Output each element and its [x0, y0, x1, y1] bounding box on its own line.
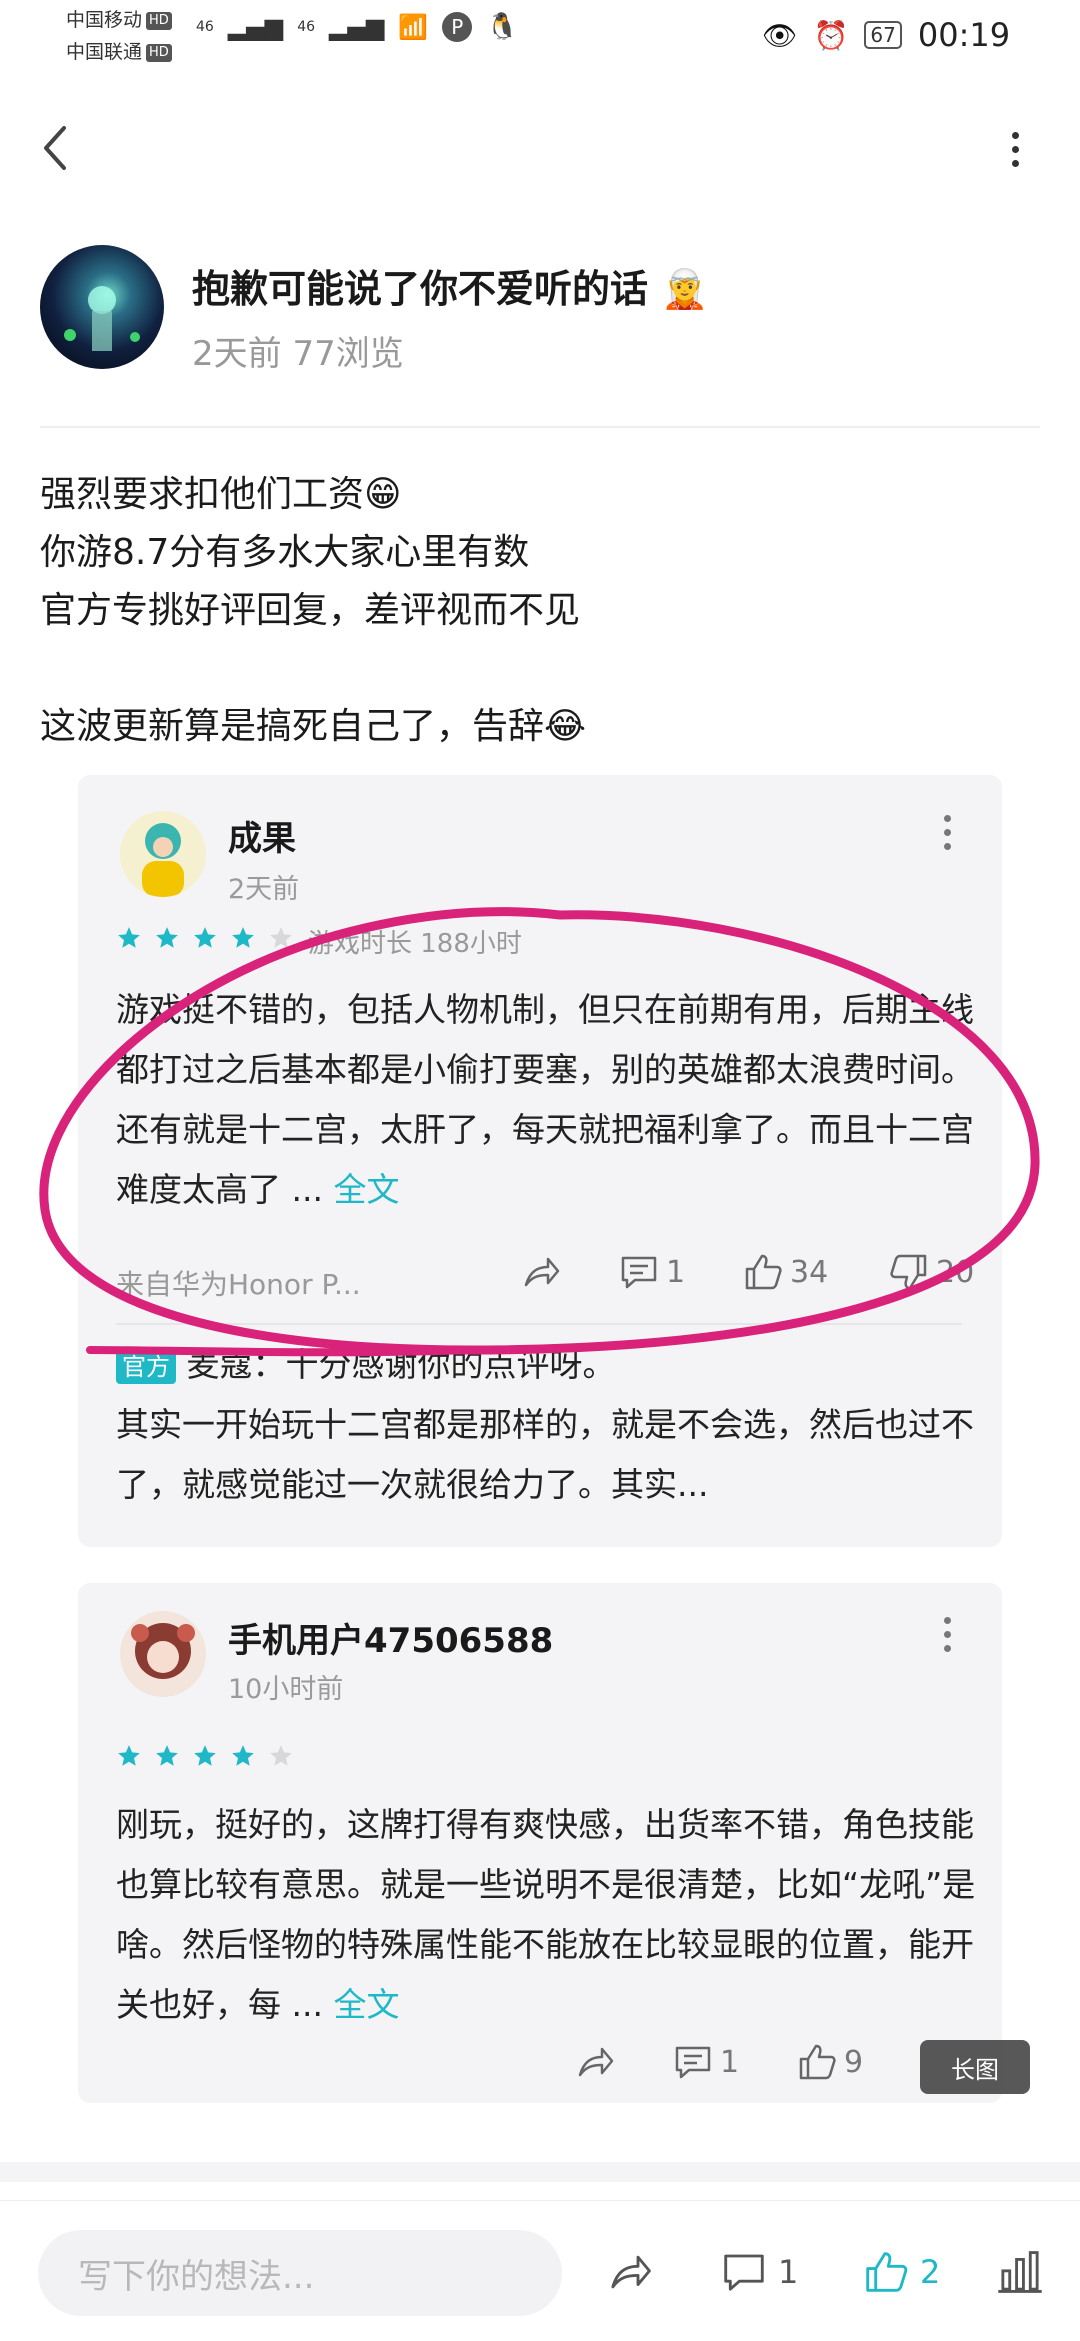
status-time: 00:19	[917, 16, 1011, 54]
post-title: 抱歉可能说了你不爱听的话 🧝	[192, 267, 709, 311]
divider	[40, 426, 1040, 428]
eye-icon: 👁	[762, 18, 798, 52]
review-source: 来自华为Honor P...	[116, 1268, 361, 1301]
comment-count: 1	[720, 2044, 740, 2080]
post-line: 官方专挑好评回复，差评视而不见	[40, 590, 581, 631]
official-tag: 官方	[116, 1349, 176, 1384]
post-line: 这波更新算是搞死自己了，告辞😂	[40, 706, 587, 747]
star-icon	[194, 1745, 216, 1766]
chevron-left-icon	[44, 126, 66, 170]
star-icon	[156, 1745, 178, 1766]
back-button[interactable]	[36, 118, 76, 178]
rating-stars	[116, 1743, 294, 1769]
carrier-secondary: 中国联通 HD	[66, 38, 172, 66]
review-time: 10小时前	[228, 1674, 344, 1705]
stats-button[interactable]	[996, 2248, 1044, 2296]
p-icon: P	[442, 12, 473, 42]
status-bar: 中国移动 HD 中国联通 HD 46 ▂▄▆ 46 ▂▄▆ 📶 P 🐧 👁 ⏰ 67 0…	[0, 0, 1080, 80]
wifi-icon: 📶	[398, 13, 429, 41]
thumbs-up-icon	[745, 1254, 782, 1290]
reviewer-name[interactable]: 手机用户47506588	[228, 1613, 553, 1662]
thumbs-down-icon	[890, 1254, 927, 1290]
comment-button[interactable]: 1	[618, 1251, 685, 1293]
thumbs-up-icon	[799, 2044, 836, 2080]
section-gap	[0, 2162, 1080, 2182]
full-text-link[interactable]: 全文	[333, 1170, 399, 1209]
like-button[interactable]: 34	[742, 1251, 828, 1293]
review-text: 刚玩，挺好的，这牌打得有爽快感，出货率不错，角色技能也算比较有意思。就是一些说明…	[116, 1805, 976, 2024]
star-icon	[156, 927, 178, 948]
playtime: 游戏时长 188小时	[308, 929, 522, 959]
post-line: 强烈要求扣他们工资😁	[40, 474, 402, 515]
post-line	[40, 640, 586, 698]
share-icon	[524, 1257, 560, 1287]
reply-body: 其实一开始玩十二宫都是那样的，就是不会选，然后也过不了，就感觉能过一次就很给力了…	[116, 1405, 974, 1504]
star-icon	[232, 1745, 254, 1766]
star-icon	[118, 1745, 140, 1766]
reviewer-avatar[interactable]	[120, 1611, 206, 1697]
review-card[interactable]: 手机用户47506588 10小时前 刚玩，挺好的，这牌打得有爽快感，出货率不错…	[78, 1583, 1002, 2103]
signal-icons: 46 ▂▄▆ 46 ▂▄▆ 📶 P 🐧	[196, 12, 519, 42]
comment-input[interactable]: 写下你的想法...	[38, 2230, 562, 2316]
share-icon	[611, 2255, 651, 2289]
more-options-button[interactable]	[1000, 120, 1030, 192]
qq-icon: 🐧	[486, 12, 519, 42]
reviewer-avatar[interactable]	[120, 811, 206, 897]
post-meta: 2天前 77浏览	[192, 334, 404, 374]
share-button[interactable]	[574, 2041, 616, 2083]
battery-icon: 67	[864, 21, 902, 49]
status-right: 👁 ⏰ 67 00:19	[762, 16, 1010, 54]
comment-count: 1	[666, 1254, 686, 1290]
bar-chart-icon	[998, 2251, 1042, 2293]
star-icon	[118, 927, 140, 948]
star-icon	[232, 927, 254, 948]
review-text: 游戏挺不错的，包括人物机制，但只在前期有用，后期主线都打过之后基本都是小偷打要塞…	[116, 990, 974, 1209]
carrier-primary: 中国移动 HD	[66, 6, 172, 34]
rating-stars	[116, 925, 294, 951]
dislike-count: 20	[936, 1254, 975, 1290]
star-icon	[270, 927, 292, 948]
post-body: 强烈要求扣他们工资😁 你游8.7分有多水大家心里有数 官方专挑好评回复，差评视而…	[40, 466, 586, 756]
comment-icon	[724, 2254, 764, 2291]
like-count: 9	[844, 2044, 864, 2080]
long-image-button[interactable]: 长图	[920, 2040, 1030, 2094]
full-text-link[interactable]: 全文	[333, 1985, 399, 2024]
post-like-count: 2	[920, 2253, 941, 2291]
star-icon	[270, 1745, 292, 1766]
post-line: 你游8.7分有多水大家心里有数	[40, 532, 530, 573]
share-button[interactable]	[520, 1251, 562, 1293]
author-avatar[interactable]	[40, 245, 164, 369]
like-button[interactable]: 9	[796, 2041, 863, 2083]
share-icon	[578, 2047, 614, 2077]
thumbs-up-icon	[866, 2252, 908, 2292]
review-time: 2天前	[228, 874, 300, 905]
post-comment-button[interactable]: 1	[720, 2248, 798, 2296]
alarm-icon: ⏰	[813, 18, 849, 52]
comment-icon	[675, 2046, 711, 2079]
post-comment-count: 1	[778, 2253, 799, 2291]
dislike-button[interactable]: 20	[888, 1251, 974, 1293]
reply-divider	[116, 1323, 962, 1325]
review-card[interactable]: 成果 2天前 游戏时长 188小时 游戏挺不错的，包括人物机制，但只在前期有用，…	[78, 775, 1002, 1547]
reviewer-name[interactable]: 成果	[228, 811, 296, 860]
review-more-button[interactable]	[944, 1617, 951, 1652]
official-reply[interactable]: 官方 麦蔻：十分感谢你的点评呀。 其实一开始玩十二宫都是那样的，就是不会选，然后…	[116, 1335, 976, 1515]
star-icon	[194, 927, 216, 948]
like-count: 34	[790, 1254, 829, 1290]
share-post-button[interactable]	[606, 2248, 654, 2296]
comment-icon	[621, 1256, 657, 1289]
review-more-button[interactable]	[944, 815, 951, 850]
comment-button[interactable]: 1	[672, 2041, 739, 2083]
post-like-button[interactable]: 2	[862, 2248, 940, 2296]
